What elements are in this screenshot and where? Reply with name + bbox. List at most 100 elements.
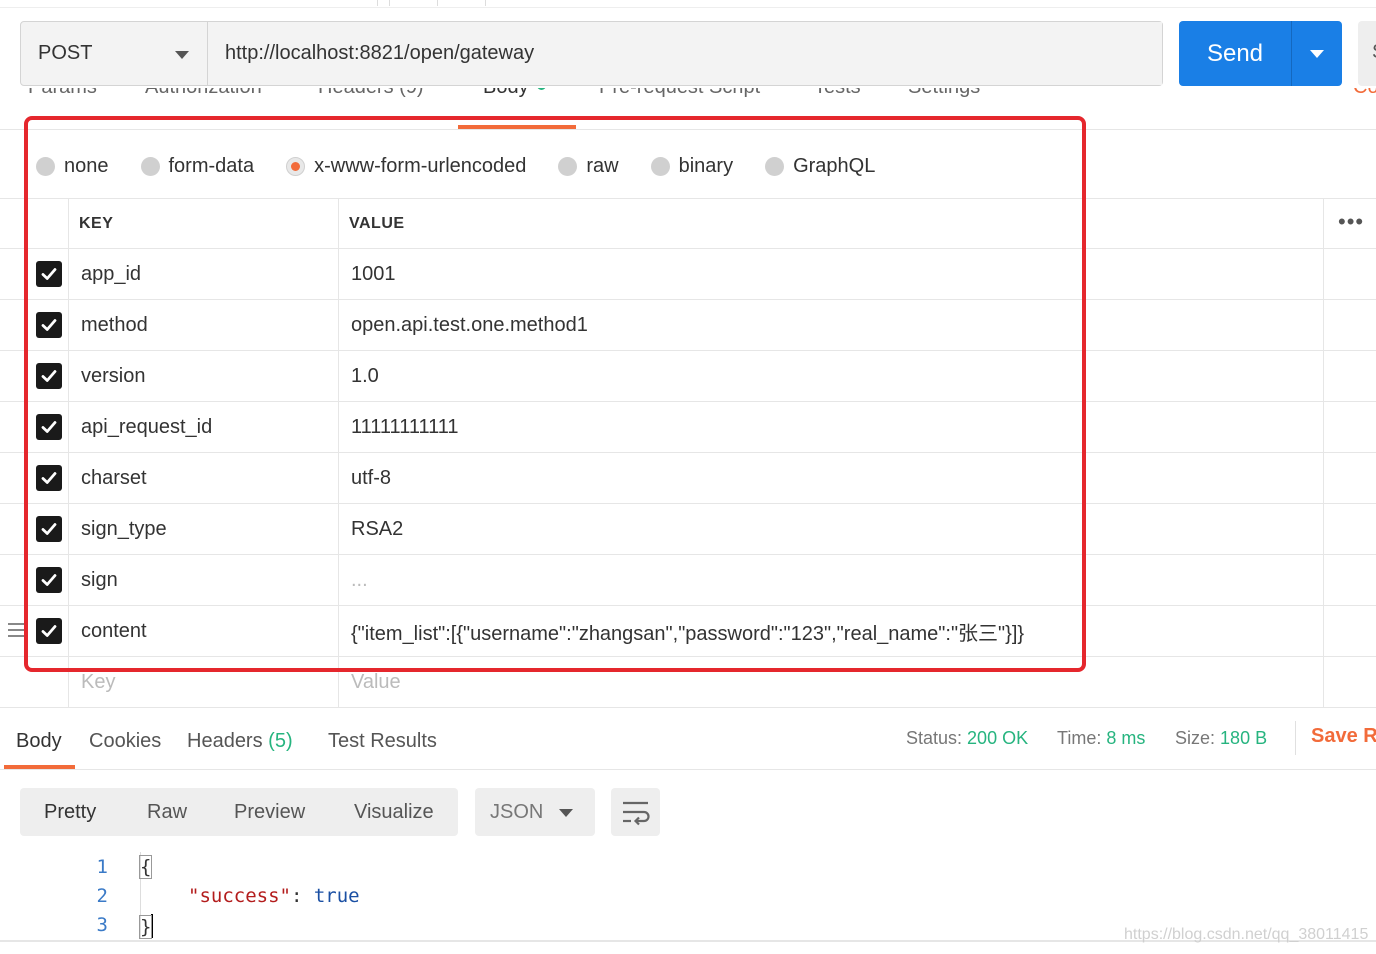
radio-icon — [650, 156, 670, 176]
check-cell — [0, 657, 69, 707]
size-meta: Size: 180 B — [1175, 728, 1267, 749]
table-row: api_request_id 11111111111 — [0, 402, 1376, 453]
json-key: "success" — [188, 885, 291, 907]
row-checkbox[interactable] — [36, 618, 62, 644]
header-check-cell — [0, 199, 69, 248]
top-strip — [0, 0, 1376, 8]
active-tab-indicator — [4, 765, 75, 769]
row-checkbox[interactable] — [36, 516, 62, 542]
value-cell[interactable]: 1.0 — [339, 351, 1324, 401]
body-type-form-data[interactable]: form-data — [140, 155, 254, 178]
check-cell — [0, 555, 69, 605]
key-cell[interactable]: sign — [69, 555, 339, 605]
value-cell[interactable]: open.api.test.one.method1 — [339, 300, 1324, 350]
method-label: POST — [38, 42, 93, 64]
tab-divider — [389, 0, 390, 6]
row-checkbox[interactable] — [36, 414, 62, 440]
tab-pre-request-script[interactable]: Pre-request Script — [599, 88, 760, 99]
view-pretty[interactable]: Pretty — [44, 801, 96, 824]
value-cell[interactable]: RSA2 — [339, 504, 1324, 554]
time-meta: Time: 8 ms — [1057, 728, 1145, 749]
resp-tab-test-results[interactable]: Test Results — [328, 730, 437, 753]
value-cell[interactable]: 1001 — [339, 249, 1324, 299]
params-table: KEY VALUE ••• app_id 1001 method open.ap… — [0, 198, 1376, 708]
key-cell[interactable]: method — [69, 300, 339, 350]
view-visualize[interactable]: Visualize — [354, 801, 434, 824]
value-cell[interactable]: utf-8 — [339, 453, 1324, 503]
time-value[interactable]: 8 ms — [1106, 728, 1145, 748]
row-checkbox[interactable] — [36, 312, 62, 338]
tab-divider — [437, 0, 438, 6]
body-type-selector: none form-data x-www-form-urlencoded raw… — [36, 152, 907, 180]
format-select[interactable]: JSON — [475, 788, 595, 836]
check-cell — [0, 402, 69, 452]
url-input[interactable]: http://localhost:8821/open/gateway — [208, 22, 1162, 85]
new-key-input[interactable]: Key — [69, 657, 339, 707]
body-type-label: x-www-form-urlencoded — [314, 154, 527, 177]
row-checkbox[interactable] — [36, 465, 62, 491]
table-row: sign_type RSA2 — [0, 504, 1376, 555]
checkmark-icon — [41, 319, 57, 331]
row-checkbox[interactable] — [36, 567, 62, 593]
status-value[interactable]: 200 OK — [967, 728, 1028, 748]
send-button[interactable]: Send — [1179, 21, 1342, 86]
method-select[interactable]: POST — [21, 22, 208, 85]
drag-handle-icon[interactable] — [8, 623, 24, 641]
tab-settings[interactable]: Settings — [908, 88, 980, 99]
table-row-new: Key Value — [0, 657, 1376, 708]
key-header: KEY — [69, 199, 339, 248]
resp-tab-headers[interactable]: Headers (5) — [187, 730, 293, 753]
resp-tab-body[interactable]: Body — [16, 730, 62, 753]
line-number: 3 — [96, 914, 108, 936]
view-preview[interactable]: Preview — [234, 801, 305, 824]
body-type-binary[interactable]: binary — [650, 155, 733, 178]
watermark: https://blog.csdn.net/qq_38011415 — [1124, 926, 1369, 943]
tab-authorization[interactable]: Authorization — [145, 88, 262, 99]
radio-icon — [558, 156, 578, 176]
wrap-lines-button[interactable] — [611, 788, 660, 836]
key-cell[interactable]: sign_type — [69, 504, 339, 554]
check-cell — [0, 453, 69, 503]
value-cell[interactable]: {"item_list":[{"username":"zhangsan","pa… — [339, 606, 1324, 656]
more-options-icon[interactable]: ••• — [1338, 209, 1364, 235]
json-value: true — [313, 885, 360, 907]
key-cell[interactable]: app_id — [69, 249, 339, 299]
value-cell[interactable]: ... — [339, 555, 1324, 605]
key-cell[interactable]: version — [69, 351, 339, 401]
cookies-link[interactable]: Co — [1353, 88, 1376, 99]
body-type-urlencoded[interactable]: x-www-form-urlencoded — [286, 155, 526, 178]
key-cell[interactable]: charset — [69, 453, 339, 503]
tab-tests[interactable]: Tests — [814, 88, 861, 99]
new-value-input[interactable]: Value — [339, 657, 1324, 707]
row-checkbox[interactable] — [36, 363, 62, 389]
size-label: Size: — [1175, 728, 1216, 748]
value-cell[interactable]: 11111111111 — [339, 402, 1324, 452]
tab-divider — [485, 0, 486, 6]
body-type-graphql[interactable]: GraphQL — [765, 155, 875, 178]
wrap-lines-icon — [623, 801, 650, 826]
tab-params[interactable]: Params — [28, 88, 97, 99]
tab-body[interactable]: Body — [483, 88, 546, 99]
table-row: method open.api.test.one.method1 — [0, 300, 1376, 351]
tab-headers[interactable]: Headers (9) — [318, 88, 424, 99]
line-number: 1 — [96, 856, 108, 878]
request-tabs: Params Authorization Headers (9) Body Pr… — [0, 88, 1376, 130]
send-options-button[interactable] — [1292, 49, 1342, 58]
body-type-label: raw — [586, 154, 619, 177]
divider — [1295, 721, 1296, 755]
size-value[interactable]: 180 B — [1220, 728, 1267, 748]
key-cell[interactable]: api_request_id — [69, 402, 339, 452]
row-checkbox[interactable] — [36, 261, 62, 287]
key-cell[interactable]: content — [69, 606, 339, 656]
save-response-button[interactable]: Save Re — [1311, 725, 1376, 748]
resp-tab-cookies[interactable]: Cookies — [89, 730, 161, 753]
body-type-raw[interactable]: raw — [558, 154, 619, 178]
text-cursor — [151, 914, 154, 938]
status-label: Status: — [906, 728, 963, 748]
view-raw[interactable]: Raw — [147, 801, 187, 824]
save-button[interactable]: S — [1358, 21, 1376, 86]
check-cell — [0, 606, 69, 656]
radio-icon — [140, 156, 160, 176]
body-type-none[interactable]: none — [36, 155, 109, 178]
checkmark-icon — [41, 268, 57, 280]
